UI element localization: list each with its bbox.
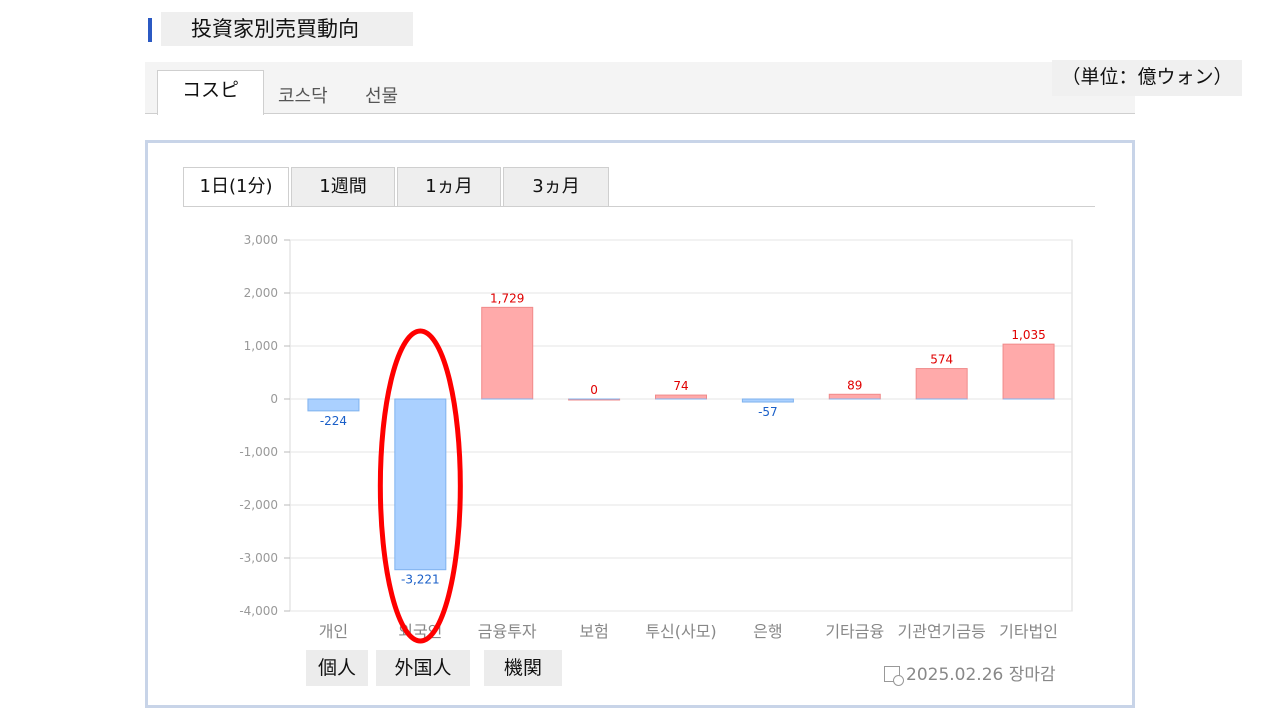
data-label: -57	[758, 405, 778, 419]
data-label: -224	[320, 414, 347, 428]
data-label: 89	[847, 378, 862, 392]
data-label: 74	[673, 379, 688, 393]
investor-bar-chart: 3,000 2,000 1,000 0 -1,000 -2,000 -3,000 -4,000…	[239, 233, 1073, 644]
y-tick-label: 1,000	[244, 339, 278, 353]
label-institution: 機関	[484, 650, 562, 686]
x-tick-label: 개인	[319, 622, 348, 641]
y-tick-label: -4,000	[239, 604, 278, 618]
x-tick-label: 금융투자	[478, 622, 537, 641]
data-label: -3,221	[401, 573, 440, 587]
bar	[394, 398, 447, 571]
x-tick-label: 기관연기금등	[898, 622, 986, 641]
x-tick-label: 기타법인	[999, 622, 1058, 641]
data-label: 0	[590, 383, 598, 397]
data-label: 1,729	[490, 291, 524, 305]
bar	[915, 368, 968, 400]
bar	[481, 306, 534, 400]
date-stamp: 2025.02.26 장마감	[884, 660, 1056, 686]
bar	[655, 394, 707, 400]
bar	[1002, 343, 1055, 400]
bar	[307, 398, 360, 412]
data-label: 1,035	[1011, 328, 1045, 342]
data-label: 574	[930, 353, 953, 367]
x-tick-label: 보험	[579, 622, 608, 641]
label-foreign: 外国人	[376, 650, 470, 686]
label-individual: 個人	[306, 650, 368, 686]
x-tick-label: 기타금융	[825, 622, 884, 641]
y-tick-label: -3,000	[239, 551, 278, 565]
calendar-clock-icon	[884, 666, 904, 686]
x-tick-label: 은행	[753, 622, 782, 641]
date-text: 2025.02.26 장마감	[906, 665, 1056, 685]
y-tick-label: 2,000	[244, 286, 278, 300]
y-tick-label: -1,000	[239, 445, 278, 459]
x-tick-label: 투신(사모)	[645, 622, 716, 641]
y-tick-label: 0	[270, 392, 278, 406]
y-tick-label: 3,000	[244, 233, 278, 247]
y-tick-label: -2,000	[239, 498, 278, 512]
bar	[828, 393, 881, 400]
